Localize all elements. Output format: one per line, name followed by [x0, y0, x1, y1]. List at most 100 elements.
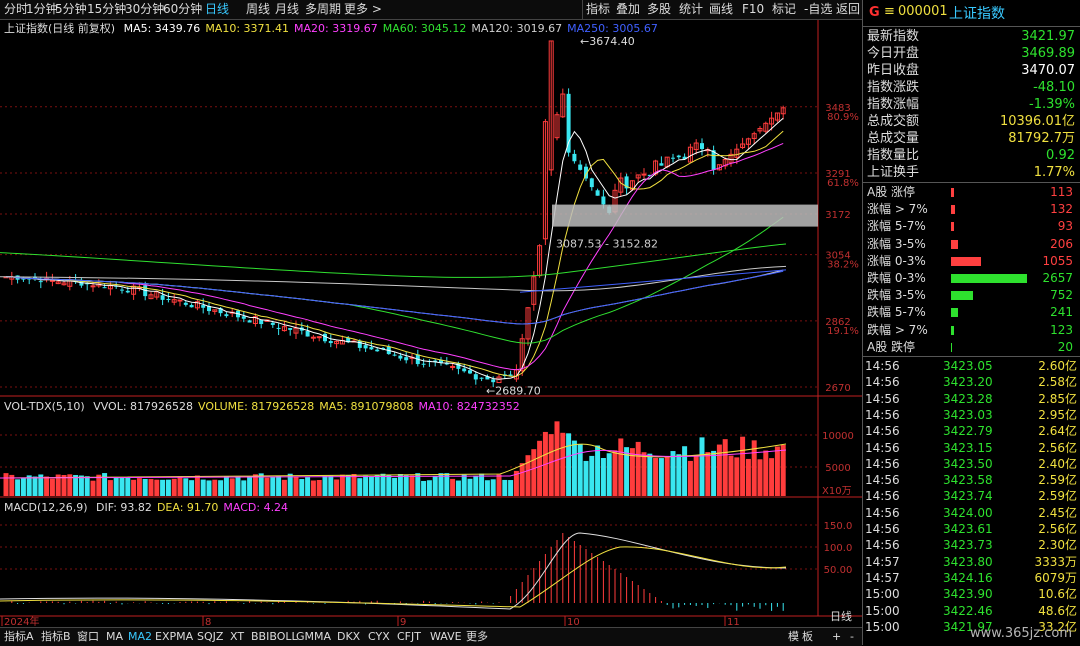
macd-axis-label: 100.0: [824, 543, 853, 554]
candle-body: [375, 349, 380, 352]
indicator-tab-0[interactable]: 指标A: [4, 629, 34, 644]
quote-value: 0.92: [1046, 148, 1075, 163]
period-tab-0[interactable]: 分时: [4, 2, 28, 17]
volume-bar: [125, 477, 131, 496]
quote-value: 10396.01亿: [999, 114, 1075, 129]
candle-body: [595, 190, 600, 196]
volume-bar: [241, 480, 247, 496]
bottom-right-btn-0[interactable]: 模: [788, 629, 799, 644]
quote-label: 今日开盘: [867, 46, 920, 61]
volume-bar: [653, 457, 659, 496]
menu-icon[interactable]: ≡: [884, 4, 895, 19]
fib-pct-label: 38.2%: [827, 260, 859, 271]
tool-button-1[interactable]: 叠加: [616, 2, 640, 17]
period-tab-4[interactable]: 30分钟: [125, 2, 164, 17]
breadth-count: 2657: [1042, 271, 1073, 285]
indicator-tab-4[interactable]: MA2: [128, 629, 152, 644]
breadth-label: A股 涨停: [867, 185, 916, 199]
period-tab-1[interactable]: 1分钟: [26, 2, 58, 17]
candle-body: [38, 281, 43, 283]
period-tab-2[interactable]: 5分钟: [55, 2, 87, 17]
quote-label: 上证换手: [867, 165, 920, 180]
tick-time: 14:56: [865, 505, 900, 520]
tool-button-6[interactable]: 标记: [772, 2, 796, 17]
ma-labels-0: MA5: 3439.76: [123, 22, 201, 35]
indicator-tab-13[interactable]: WAVE: [430, 629, 462, 644]
bottom-right-btn-4[interactable]: -: [850, 629, 854, 644]
volume-bar: [200, 479, 206, 496]
indicator-tab-8[interactable]: BBIBOLL: [251, 629, 298, 644]
chart-canvas[interactable]: 34833291317230542862267080.9%61.8%38.2%1…: [0, 20, 862, 628]
tick-price: 3422.46: [943, 603, 993, 618]
volume-bar: [774, 446, 780, 496]
macd-axis-label: 50.00: [824, 565, 853, 576]
period-tab-10[interactable]: 更多 >: [344, 2, 382, 17]
volume-bar: [136, 478, 142, 496]
period-tab-8[interactable]: 月线: [275, 2, 299, 17]
volume-bar: [763, 450, 769, 496]
bottom-right-btn-1[interactable]: 板: [802, 629, 813, 644]
volume-bar: [647, 453, 653, 496]
indicator-tab-2[interactable]: 窗口: [77, 629, 99, 644]
candle-body: [241, 316, 246, 319]
breadth-bar: [951, 325, 954, 335]
indicator-tab-12[interactable]: CFJT: [397, 629, 421, 644]
volume-bar: [363, 475, 369, 496]
bottom-right-btn-2[interactable]: 日线: [830, 609, 852, 624]
volume-bar: [380, 473, 386, 496]
tick-time: 14:56: [865, 473, 900, 488]
indicator-tab-7[interactable]: XT: [230, 629, 244, 644]
breadth-count: 123: [1050, 322, 1073, 337]
indicator-tab-11[interactable]: CYX: [368, 629, 390, 644]
tool-button-8[interactable]: 返回: [836, 2, 860, 17]
kline-chart-area[interactable]: 3483 3291 3172 3054 2862 2670 80.9% 61.8% 38.2% 1…: [0, 20, 862, 628]
indicator-tab-10[interactable]: DKX: [337, 629, 360, 644]
volume-bar: [740, 436, 746, 496]
tick-amount: 2.95亿: [1038, 407, 1077, 422]
period-tab-7[interactable]: 周线: [246, 2, 270, 17]
indicator-tab-9[interactable]: GMMA: [296, 629, 331, 644]
stock-header: G ≡ 000001 上证指数: [863, 0, 1080, 27]
tick-price: 3423.73: [943, 538, 993, 553]
quote-row-7: 指数量比 0.92: [867, 147, 1077, 164]
candle-body: [700, 143, 704, 149]
volume-bar: [183, 478, 189, 496]
period-tab-3[interactable]: 15分钟: [87, 2, 126, 17]
volume-bar: [281, 479, 287, 496]
volume-bar: [548, 434, 554, 496]
fib-pct-label: 80.9%: [827, 112, 859, 123]
candle-body: [166, 299, 171, 301]
volume-bar: [229, 478, 235, 496]
tool-button-2[interactable]: 多股: [647, 2, 671, 17]
indicator-tab-5[interactable]: EXPMA: [155, 629, 193, 644]
tool-button-0[interactable]: 指标: [586, 2, 610, 17]
tick-time: 15:00: [865, 603, 900, 618]
volume-bar: [142, 478, 148, 496]
tick-amount: 2.59亿: [1038, 489, 1077, 504]
divider: [863, 182, 1080, 183]
bottom-right-btn-3[interactable]: +: [832, 629, 841, 644]
indicator-tab-6[interactable]: SQJZ: [197, 629, 223, 644]
volume-bar: [305, 477, 311, 496]
low-label: ←2689.70: [486, 384, 541, 397]
ma-line: [6, 142, 784, 371]
period-tab-5[interactable]: 60分钟: [163, 2, 202, 17]
period-tab-9[interactable]: 多周期: [305, 2, 341, 17]
tool-button-7[interactable]: -自选: [804, 2, 832, 17]
volume-bar: [705, 452, 711, 496]
candle-body: [578, 164, 583, 170]
breadth-bar: [951, 256, 981, 266]
tool-button-4[interactable]: 画线: [709, 2, 733, 17]
breadth-bar: [951, 274, 1027, 283]
tick-price: 3423.61: [943, 522, 993, 536]
tick-row: 14:56 3423.03 2.95亿: [865, 407, 1079, 423]
period-tab-6[interactable]: 日线: [205, 2, 229, 17]
vol-labels-1: VOLUME: 817926528: [198, 400, 315, 413]
breadth-bar: [951, 205, 955, 215]
candle-body: [601, 196, 606, 205]
indicator-tab-1[interactable]: 指标B: [41, 629, 71, 644]
tool-button-3[interactable]: 统计: [679, 2, 703, 17]
tool-button-5[interactable]: F10: [742, 2, 764, 17]
indicator-tab-3[interactable]: MA: [106, 629, 123, 644]
indicator-tab-14[interactable]: 更多: [466, 629, 488, 644]
